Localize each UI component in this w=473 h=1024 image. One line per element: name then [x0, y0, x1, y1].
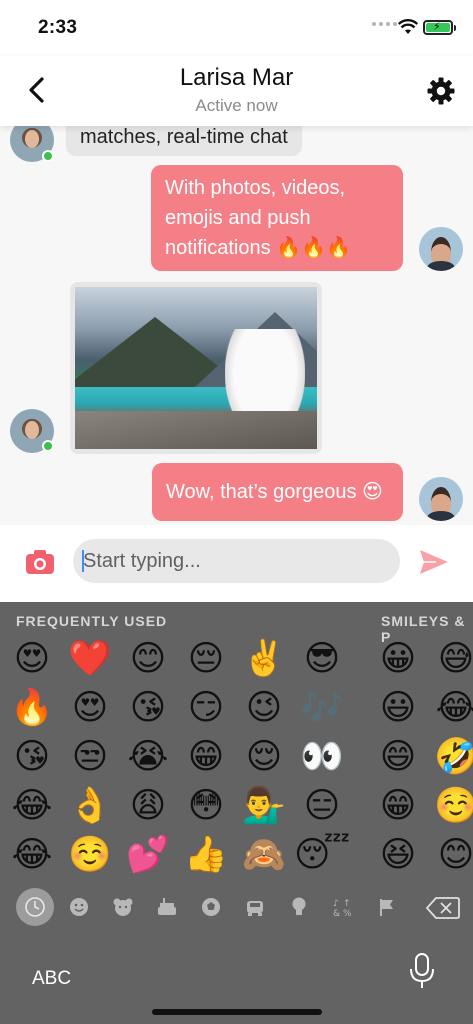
signal-icon	[372, 22, 397, 26]
emoji-key[interactable]: 😏	[178, 684, 234, 732]
emoji-key[interactable]: 😑	[294, 782, 350, 830]
emoji-key[interactable]: 😴	[294, 831, 350, 879]
emoji-key[interactable]: 😊	[120, 635, 176, 683]
emoji-key[interactable]: 😆	[370, 831, 426, 879]
emoji-key[interactable]: 💕	[120, 831, 176, 879]
message-line: emojis and push	[165, 207, 311, 229]
online-indicator	[42, 440, 54, 452]
composer-bar	[0, 525, 473, 602]
emoji-key[interactable]: 😀	[370, 635, 426, 683]
text-caret	[82, 550, 84, 572]
message-bubble-incoming[interactable]: matches, real-time chat	[66, 126, 302, 156]
chat-header: Larisa Mar Active now	[0, 56, 473, 126]
emoji-key[interactable]: 😩	[120, 782, 176, 830]
emoji-key[interactable]: ✌️	[236, 635, 292, 683]
home-indicator	[152, 1009, 322, 1015]
emoji-key[interactable]: 😔	[178, 635, 234, 683]
status-time: 2:33	[38, 17, 78, 38]
emoji-key[interactable]: 😃	[370, 684, 426, 732]
camera-icon[interactable]	[24, 546, 56, 578]
emoji-keyboard: FREQUENTLY USED SMILEYS & P 😍 ❤️ 😊 😔 ✌️ …	[0, 602, 473, 1024]
abc-keyboard-switch[interactable]: ABC	[32, 968, 71, 990]
emoji-key[interactable]: 😉	[236, 684, 292, 732]
animals-category-icon[interactable]	[104, 888, 142, 926]
message-line: notifications 🔥🔥🔥	[165, 237, 351, 259]
delete-backspace-icon[interactable]	[426, 896, 460, 920]
status-bar: 2:33	[0, 0, 473, 56]
photo-dog-by-lake[interactable]	[75, 287, 317, 449]
svg-text:♪: ♪	[333, 899, 339, 909]
emoji-key[interactable]: 👍	[178, 831, 234, 879]
emoji-category-bar: ♪ ↑ &%	[0, 888, 473, 928]
activity-soccer-icon[interactable]	[192, 888, 230, 926]
smileys-category-icon[interactable]	[60, 888, 98, 926]
emoji-key[interactable]: 😂	[4, 831, 60, 879]
contact-name: Larisa Mar	[179, 64, 294, 91]
microphone-icon[interactable]	[408, 952, 436, 990]
emoji-key[interactable]: 😅	[428, 635, 473, 683]
emoji-key[interactable]: ☺️	[428, 782, 473, 830]
emoji-key[interactable]: 💁‍♂️	[236, 782, 292, 830]
battery-icon	[423, 20, 456, 35]
section-label-frequent: FREQUENTLY USED	[16, 613, 168, 629]
emoji-grid: 😍 ❤️ 😊 😔 ✌️ 😎 😀 😅 🔥 😍 😘 😏 😉 🎶 😃 😂 😘 😒 😭 …	[0, 635, 473, 880]
emoji-key[interactable]: ☺️	[62, 831, 118, 879]
emoji-key[interactable]: 🔥	[4, 684, 60, 732]
online-indicator	[42, 150, 54, 162]
emoji-key[interactable]: 😌	[236, 733, 292, 781]
emoji-key[interactable]: 🙈	[236, 831, 292, 879]
emoji-key[interactable]: 😂	[428, 684, 473, 732]
emoji-key[interactable]: 😂	[4, 782, 60, 830]
emoji-key[interactable]: 😊	[428, 831, 473, 879]
photo-message[interactable]	[70, 282, 322, 454]
travel-car-icon[interactable]	[236, 888, 274, 926]
settings-gear-icon[interactable]	[426, 76, 456, 106]
message-bubble-outgoing[interactable]: With photos, videos, emojis and push not…	[151, 165, 403, 271]
user-avatar[interactable]	[419, 227, 463, 271]
emoji-key[interactable]: 😍	[62, 684, 118, 732]
emoji-key[interactable]: 👌	[62, 782, 118, 830]
food-category-icon[interactable]	[148, 888, 186, 926]
emoji-key[interactable]: 😘	[120, 684, 176, 732]
emoji-key[interactable]: 👀	[294, 733, 350, 781]
objects-lightbulb-icon[interactable]	[280, 888, 318, 926]
contact-status: Active now	[195, 96, 278, 115]
svg-text:%: %	[343, 909, 352, 918]
send-icon[interactable]	[418, 547, 450, 577]
emoji-key[interactable]: 😄	[370, 733, 426, 781]
wifi-icon	[398, 19, 418, 34]
emoji-key[interactable]: 😳	[178, 782, 234, 830]
emoji-key[interactable]: 🎶	[294, 684, 350, 732]
emoji-key[interactable]: 😒	[62, 733, 118, 781]
message-bubble-outgoing[interactable]: Wow, that’s gorgeous 😍	[152, 463, 403, 521]
emoji-key[interactable]: 😘	[4, 733, 60, 781]
message-line: With photos, videos,	[165, 177, 346, 199]
svg-text:&: &	[333, 909, 340, 918]
svg-text:↑: ↑	[343, 899, 351, 909]
message-input[interactable]	[73, 539, 400, 583]
symbols-category-icon[interactable]: ♪ ↑ &%	[324, 888, 362, 926]
emoji-key[interactable]: ❤️	[62, 635, 118, 683]
emoji-key[interactable]: 😁	[178, 733, 234, 781]
emoji-key[interactable]: 🤣	[428, 733, 473, 781]
user-avatar[interactable]	[419, 477, 463, 521]
emoji-key[interactable]: 😭	[120, 733, 176, 781]
emoji-key[interactable]: 😍	[4, 635, 60, 683]
recent-clock-icon[interactable]	[16, 888, 54, 926]
emoji-key[interactable]: 😁	[370, 782, 426, 830]
emoji-key[interactable]: 😎	[294, 635, 350, 683]
flags-category-icon[interactable]	[368, 888, 406, 926]
